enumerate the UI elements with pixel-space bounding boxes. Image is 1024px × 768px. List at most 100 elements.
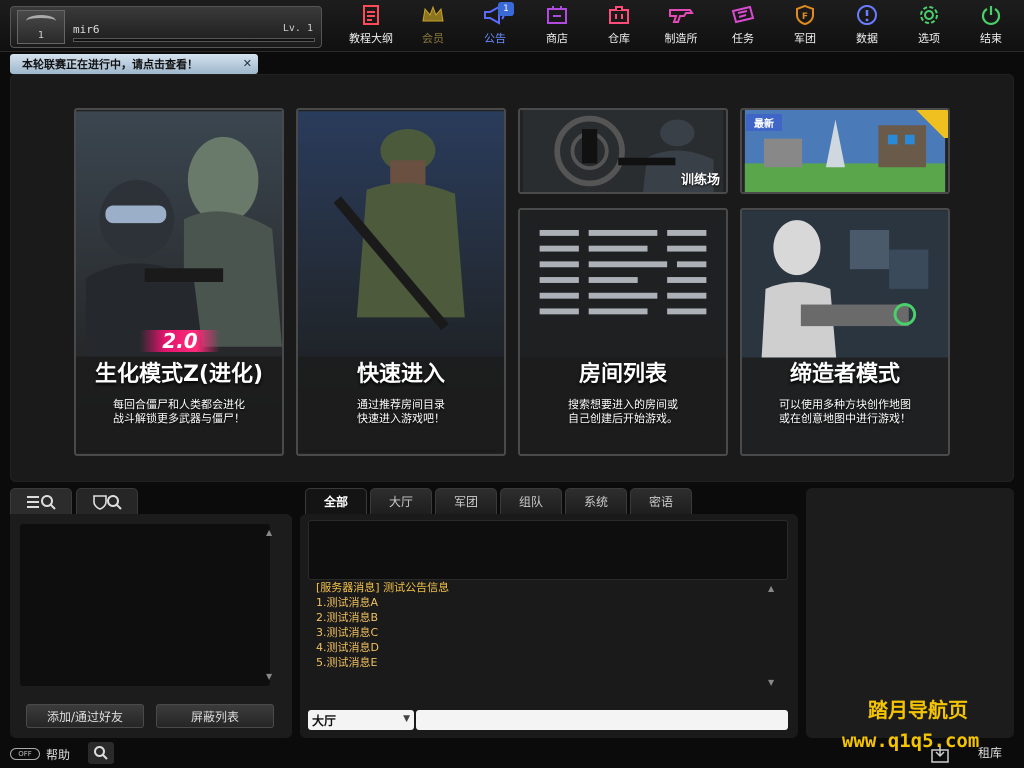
nav-label: 制造所	[664, 32, 698, 45]
player-level: Lv. 1	[282, 23, 313, 34]
tab-chat-clan[interactable]: 军团	[435, 488, 497, 514]
friends-panel: ▲ ▼ 添加/通过好友 屏蔽列表	[10, 514, 292, 738]
list-search-icon	[27, 494, 56, 510]
rank-number: 1	[37, 30, 45, 41]
cart-icon	[544, 3, 570, 27]
scroll-up-icon[interactable]: ▲	[768, 584, 774, 593]
nav-options[interactable]: 选项	[898, 2, 960, 50]
friends-tabs	[10, 488, 142, 514]
chevron-down-icon: ▼	[403, 714, 410, 724]
tab-chat-whisper[interactable]: 密语	[630, 488, 692, 514]
nav-label: 数据	[856, 32, 878, 45]
help-label[interactable]: 帮助	[46, 746, 70, 763]
nav-member[interactable]: 会员	[402, 2, 464, 50]
chat-channel-value: 大厅	[312, 713, 337, 728]
help-toggle[interactable]: OFF	[10, 748, 40, 760]
player-profile[interactable]: 1 mir6 Lv. 1	[10, 6, 322, 48]
mode-card-creator[interactable]: 缔造者模式 可以使用多种方块创作地图 或在创意地图中进行游戏！	[740, 208, 950, 456]
mode-card-room-list[interactable]: 房间列表 搜索想要进入的房间或 自己创建后开始游戏。	[518, 208, 728, 456]
nav-label: 军团	[794, 32, 816, 45]
mode-title: 缔造者模式	[789, 362, 900, 387]
league-notice-text: 本轮联赛正在进行中，请点击查看！	[22, 58, 198, 71]
crown-icon	[420, 3, 446, 27]
league-notice[interactable]: 本轮联赛正在进行中，请点击查看！ ✕	[10, 54, 258, 74]
add-friend-button[interactable]: 添加/通过好友	[26, 704, 144, 728]
chat-input[interactable]	[416, 710, 788, 730]
scroll-up-icon[interactable]: ▲	[266, 528, 272, 537]
chat-message: 3.测试消息C	[316, 626, 379, 639]
mode-desc-line2: 快速进入游戏吧！	[357, 412, 445, 425]
mode-desc-line1: 可以使用多种方块创作地图	[779, 398, 911, 411]
svg-text:F: F	[802, 12, 808, 22]
nav-clan[interactable]: F 军团	[774, 2, 836, 50]
mode-desc-line2: 自己创建后开始游戏。	[568, 412, 678, 425]
rank-wings-icon	[26, 15, 56, 27]
tab-chat-lobby[interactable]: 大厅	[370, 488, 432, 514]
watermark-title: 踏月导航页	[868, 698, 968, 722]
notebook-icon	[358, 3, 384, 27]
nav-tutorial[interactable]: 教程大纲	[340, 2, 402, 50]
new-tag: 最新	[746, 114, 782, 131]
nav-label: 任务	[732, 32, 754, 45]
mode-desc-line1: 每回合僵尸和人类都会进化	[113, 398, 245, 411]
mode-card-new-map[interactable]: 最新	[740, 108, 950, 194]
tab-chat-all[interactable]: 全部	[305, 488, 367, 514]
top-bar: 1 mir6 Lv. 1 教程大纲 会员 1 公告 商店 仓库 制造所 任务 F…	[0, 0, 1024, 52]
ticket-icon	[730, 3, 756, 27]
close-icon[interactable]: ✕	[243, 57, 252, 70]
mode-card-quick-join[interactable]: 快速进入 通过推荐房间目录 快速进入游戏吧！	[296, 108, 506, 456]
download-icon[interactable]	[930, 744, 950, 764]
chat-message: 2.测试消息B	[316, 611, 379, 624]
scroll-down-icon[interactable]: ▼	[768, 678, 774, 687]
search-button[interactable]	[88, 742, 114, 764]
nav-notice[interactable]: 1 公告	[464, 2, 526, 50]
friends-list[interactable]	[20, 524, 270, 686]
mode-card-training[interactable]: 训练场	[518, 108, 728, 194]
nav-task[interactable]: 任务	[712, 2, 774, 50]
status-bar: OFF 帮助	[0, 740, 1024, 768]
scroll-down-icon[interactable]: ▼	[266, 672, 272, 681]
nav-label: 教程大纲	[349, 32, 393, 45]
version-badge: 2.0	[140, 330, 220, 352]
chat-message: 1.测试消息A	[316, 596, 379, 609]
rank-badge: 1	[17, 10, 65, 44]
mode-title: 生化模式Z(进化)	[94, 362, 264, 387]
block-list-button[interactable]: 屏蔽列表	[156, 704, 274, 728]
gun-icon	[668, 3, 694, 27]
chat-panel: [服务器消息] 测试公告信息 1.测试消息A 2.测试消息B 3.测试消息C 4…	[300, 514, 798, 738]
mode-card-zombie[interactable]: 2.0 生化模式Z(进化) 每回合僵尸和人类都会进化 战斗解锁更多武器与僵尸！	[74, 108, 284, 456]
search-icon	[94, 746, 108, 760]
warehouse-shortcut[interactable]: 租库	[978, 744, 1002, 761]
mode-desc-line1: 通过推荐房间目录	[357, 398, 445, 411]
mode-title: 快速进入	[356, 362, 445, 387]
nav-label: 选项	[918, 32, 940, 45]
power-icon	[978, 3, 1004, 27]
xp-bar	[73, 38, 315, 42]
nav-label: 仓库	[608, 32, 630, 45]
shield-icon: F	[792, 3, 818, 27]
runner-icon	[912, 110, 948, 138]
mode-desc-line2: 或在创意地图中进行游戏！	[779, 412, 911, 425]
nav-exit[interactable]: 结束	[960, 2, 1022, 50]
nav-label: 会员	[422, 32, 444, 45]
chat-message: [服务器消息] 测试公告信息	[316, 581, 450, 594]
mode-desc-line1: 搜索想要进入的房间或	[568, 398, 678, 411]
nav-storage[interactable]: 仓库	[588, 2, 650, 50]
tab-chat-team[interactable]: 组队	[500, 488, 562, 514]
nav-label: 公告	[484, 32, 506, 45]
chat-log: [服务器消息] 测试公告信息 1.测试消息A 2.测试消息B 3.测试消息C 4…	[316, 580, 756, 670]
chat-message: 4.测试消息D	[316, 641, 379, 654]
nav-shop[interactable]: 商店	[526, 2, 588, 50]
info-icon	[854, 3, 880, 27]
chat-channel-select[interactable]: 大厅 ▼	[308, 710, 414, 730]
nav-data[interactable]: 数据	[836, 2, 898, 50]
briefcase-icon	[606, 3, 632, 27]
tab-chat-system[interactable]: 系统	[565, 488, 627, 514]
tab-clan-friends[interactable]	[76, 488, 138, 514]
clan-search-icon	[93, 494, 122, 510]
mode-panel: 2.0 生化模式Z(进化) 每回合僵尸和人类都会进化 战斗解锁更多武器与僵尸！ …	[10, 74, 1014, 482]
nav-label: 商店	[546, 32, 568, 45]
tab-friend-list[interactable]	[10, 488, 72, 514]
gear-icon	[916, 3, 942, 27]
nav-craft[interactable]: 制造所	[650, 2, 712, 50]
